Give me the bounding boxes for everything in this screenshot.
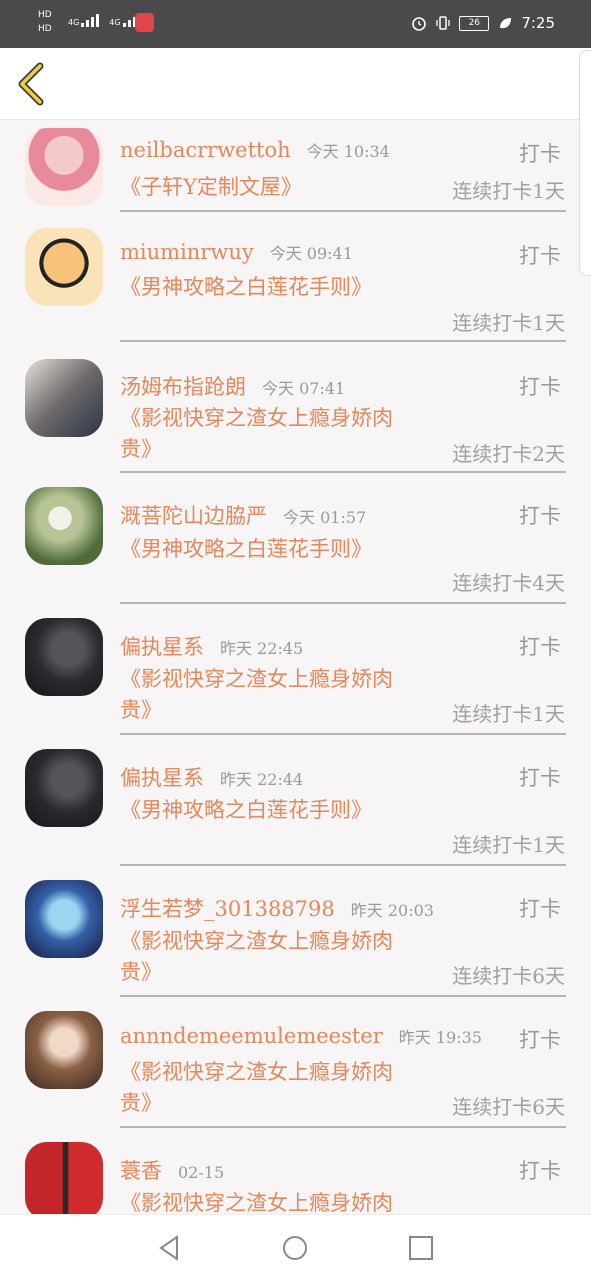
- status-bar: HD HD 4G 4G 26 7:25: [0, 0, 591, 48]
- user-name[interactable]: 溉菩陀山边脇严: [120, 504, 267, 528]
- recent-square-icon[interactable]: [406, 1233, 436, 1263]
- timestamp: 今天 10:34: [306, 142, 390, 161]
- checkin-label: 打卡: [519, 766, 561, 790]
- checkin-label: 打卡: [519, 1159, 561, 1183]
- checkin-label: 打卡: [519, 1028, 561, 1052]
- streak-count: 连续打卡1天: [452, 179, 565, 203]
- timestamp: 今天 07:41: [262, 379, 346, 398]
- timestamp: 02-15: [178, 1163, 225, 1182]
- user-name[interactable]: 蓑香: [120, 1159, 162, 1183]
- checkin-label: 打卡: [519, 635, 561, 659]
- checkin-list: neilbacrrwettoh 今天 10:34 打卡 《子轩Y定制文屋》 连续打…: [0, 120, 591, 1214]
- battery-icon: 26: [459, 15, 490, 31]
- checkin-label: 打卡: [519, 897, 561, 921]
- avatar[interactable]: [25, 880, 103, 958]
- timestamp: 今天 09:41: [269, 244, 353, 263]
- list-item[interactable]: 偏执星系 昨天 22:45 打卡 《影视快穿之渣女上瘾身娇肉贵》 连续打卡1天: [0, 604, 591, 735]
- list-item[interactable]: miuminrwuy 今天 09:41 打卡 《男神攻略之白莲花手则》 连续打卡1…: [0, 211, 591, 342]
- hd-badge: HD: [38, 24, 52, 34]
- book-title[interactable]: 《影视快穿之渣女上瘾身娇肉贵》: [120, 1188, 420, 1214]
- list-item[interactable]: 溉菩陀山边脇严 今天 01:57 打卡 《男神攻略之白莲花手则》 连续打卡4天: [0, 473, 591, 604]
- clock: 7:25: [521, 14, 555, 32]
- avatar[interactable]: [25, 1011, 103, 1089]
- home-circle-icon[interactable]: [280, 1233, 310, 1263]
- chevron-left-icon[interactable]: [14, 62, 50, 106]
- user-name[interactable]: neilbacrrwettoh: [120, 138, 291, 162]
- streak-count: 连续打卡6天: [452, 1095, 565, 1119]
- avatar[interactable]: [25, 359, 103, 437]
- system-navigation-bar: [0, 1214, 591, 1280]
- signal-icon: [81, 14, 100, 27]
- network-indicators: HD HD: [38, 8, 52, 36]
- list-item[interactable]: 汤姆布指跄朗 今天 07:41 打卡 《影视快穿之渣女上瘾身娇肉贵》 连续打卡2天: [0, 342, 591, 473]
- book-title[interactable]: 《男神攻略之白莲花手则》: [120, 272, 420, 303]
- timestamp: 昨天 20:03: [350, 901, 434, 920]
- streak-count: 连续打卡1天: [452, 311, 565, 335]
- top-header: [0, 48, 591, 120]
- streak-count: 连续打卡1天: [452, 702, 565, 726]
- user-name[interactable]: 偏执星系: [120, 766, 204, 790]
- timestamp: 昨天 22:44: [220, 770, 304, 789]
- streak-count: 连续打卡4天: [452, 571, 565, 595]
- hd-badge: HD: [38, 10, 52, 20]
- leaf-icon: [500, 18, 512, 29]
- book-title[interactable]: 《影视快穿之渣女上瘾身娇肉贵》: [120, 664, 420, 726]
- user-name[interactable]: 汤姆布指跄朗: [120, 375, 246, 399]
- network-type: 4G: [68, 18, 80, 27]
- timestamp: 昨天 19:35: [398, 1028, 482, 1047]
- avatar[interactable]: [25, 1142, 103, 1214]
- book-title[interactable]: 《子轩Y定制文屋》: [120, 172, 420, 203]
- avatar[interactable]: [25, 749, 103, 827]
- book-title[interactable]: 《影视快穿之渣女上瘾身娇肉贵》: [120, 926, 420, 988]
- user-name[interactable]: 浮生若梦_301388798: [120, 897, 335, 921]
- vibrate-icon: [436, 16, 450, 30]
- book-title[interactable]: 《影视快穿之渣女上瘾身娇肉贵》: [120, 403, 420, 465]
- list-item[interactable]: annndemeemulemeester 昨天 19:35 打卡 《影视快穿之渣女…: [0, 997, 591, 1128]
- book-title[interactable]: 《影视快穿之渣女上瘾身娇肉贵》: [120, 1057, 420, 1119]
- alarm-icon: [412, 17, 427, 31]
- book-title[interactable]: 《男神攻略之白莲花手则》: [120, 534, 420, 565]
- network-type: 4G: [109, 18, 121, 27]
- user-name[interactable]: 偏执星系: [120, 635, 204, 659]
- streak-count: 连续打卡6天: [452, 964, 565, 988]
- avatar[interactable]: [25, 228, 103, 306]
- checkin-label: 打卡: [519, 504, 561, 528]
- checkin-label: 打卡: [519, 244, 561, 268]
- avatar[interactable]: [25, 487, 103, 565]
- avatar[interactable]: [25, 618, 103, 696]
- book-title[interactable]: 《男神攻略之白莲花手则》: [120, 795, 420, 826]
- streak-count: 连续打卡1天: [452, 833, 565, 857]
- signal-strength: 4G 4G: [68, 14, 141, 27]
- avatar[interactable]: [25, 128, 103, 206]
- app-notification-icon: [135, 13, 154, 32]
- user-name[interactable]: miuminrwuy: [120, 240, 254, 264]
- checkin-label: 打卡: [519, 375, 561, 399]
- checkin-label: 打卡: [519, 142, 561, 166]
- user-name[interactable]: annndemeemulemeester: [120, 1024, 383, 1048]
- list-item[interactable]: 浮生若梦_301388798 昨天 20:03 打卡 《影视快穿之渣女上瘾身娇肉贵…: [0, 866, 591, 997]
- timestamp: 今天 01:57: [283, 508, 367, 527]
- timestamp: 昨天 22:45: [220, 639, 304, 658]
- list-item[interactable]: 偏执星系 昨天 22:44 打卡 《男神攻略之白莲花手则》 连续打卡1天: [0, 735, 591, 866]
- streak-count: 连续打卡2天: [452, 442, 565, 466]
- list-item[interactable]: 蓑香 02-15 打卡 《影视快穿之渣女上瘾身娇肉贵》: [0, 1128, 591, 1214]
- back-triangle-icon[interactable]: [154, 1233, 184, 1263]
